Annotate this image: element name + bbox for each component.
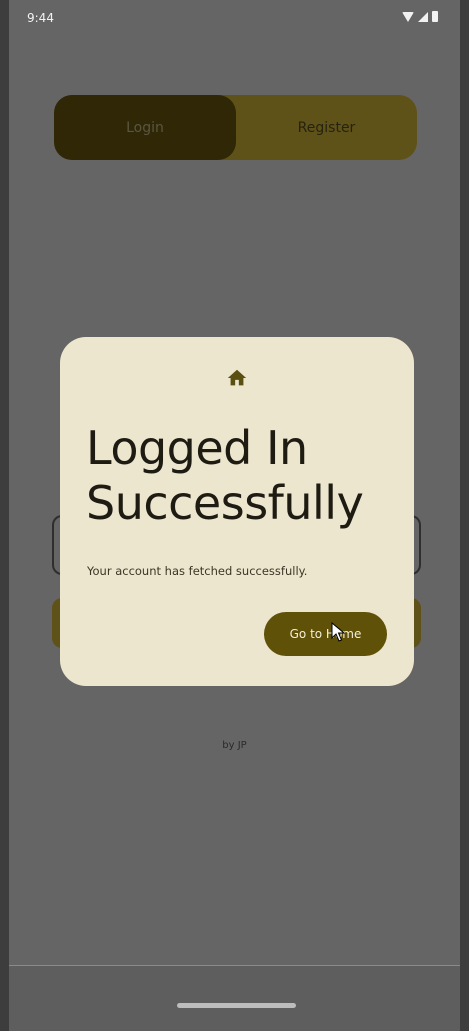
device-frame-right	[460, 0, 469, 1031]
mouse-pointer-icon	[331, 622, 345, 642]
status-time: 9:44	[27, 11, 54, 25]
tab-register[interactable]: Register	[236, 95, 417, 160]
dialog-title-line1: Logged In	[86, 421, 308, 475]
app-screen: 9:44 Login Register by JP Logged In Succ…	[9, 0, 460, 1031]
wifi-icon	[402, 11, 414, 22]
status-icons	[402, 11, 438, 22]
dialog-message: Your account has fetched successfully.	[87, 564, 308, 578]
device-frame-left	[0, 0, 9, 1031]
battery-icon	[432, 11, 438, 22]
signal-icon	[418, 11, 428, 22]
go-to-home-button[interactable]: Go to Home	[264, 612, 387, 656]
dialog-title: Logged In Successfully	[86, 421, 406, 531]
tab-login[interactable]: Login	[54, 95, 236, 160]
credit-text: by JP	[222, 740, 247, 751]
dialog-title-line2: Successfully	[86, 476, 364, 530]
home-icon	[227, 369, 247, 386]
success-dialog: Logged In Successfully Your account has …	[60, 337, 414, 686]
gesture-home-handle[interactable]	[177, 1003, 296, 1008]
auth-tab-switcher: Login Register	[54, 95, 417, 160]
navigation-bar	[9, 966, 460, 1031]
status-bar: 9:44	[9, 0, 460, 36]
